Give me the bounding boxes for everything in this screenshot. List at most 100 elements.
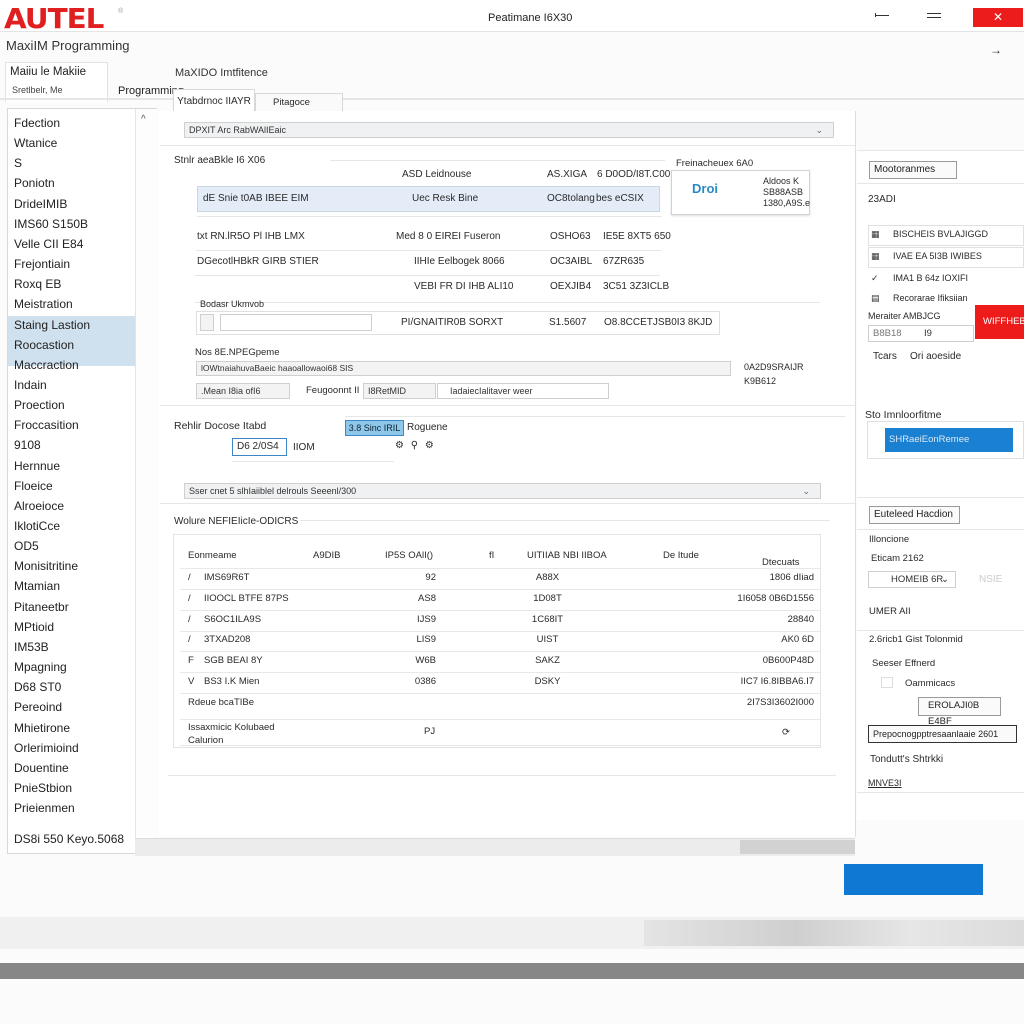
mootoranmes-button[interactable]: Mootoranmes	[869, 161, 957, 179]
forward-arrow-icon[interactable]: →	[990, 43, 1002, 57]
sidebar-item[interactable]: Hernnue	[14, 459, 60, 473]
column-header[interactable]: IP5S OAlI()	[385, 550, 433, 561]
sidebar-scrollbar[interactable]	[135, 109, 157, 844]
sidebar-item[interactable]: Alroeioce	[14, 499, 64, 513]
sub-action-button[interactable]: EROLAJI0B E4BF	[918, 697, 1001, 727]
minimize-button[interactable]	[873, 10, 893, 22]
summary-label: Rdeue bcaTIBe	[188, 696, 255, 708]
refresh-icon[interactable]: ⟳	[782, 727, 790, 738]
vehicle-cell-c2: Med 8 0 EIREI Fuseron	[396, 231, 501, 242]
selected-row-col2: Uec Resk Bine	[412, 193, 479, 204]
vehicle-cell-c4: 67ZR635	[603, 256, 645, 267]
mini-label: Meraiter AMBJCG	[868, 311, 941, 321]
field-input-2[interactable]: I8RetMID	[363, 383, 436, 399]
table-cell: AS8	[418, 592, 436, 604]
sidebar-item[interactable]: IM53B	[14, 640, 49, 654]
bottom-scroll-thumb[interactable]	[644, 920, 1024, 946]
device-chip[interactable]: 3.8 Sinc IRIL	[345, 420, 404, 436]
row-divider	[195, 302, 820, 303]
divider	[160, 145, 855, 146]
user-label: UMER AII	[869, 606, 911, 617]
header-divider	[0, 98, 1024, 100]
sidebar-item[interactable]: Fdection	[14, 116, 60, 130]
selected-option[interactable]: SHRaeiEonRemee	[885, 428, 1013, 452]
app-subtitle: MaxiIM Programming	[6, 38, 130, 53]
vehicle-cell-c3: OC3AIBL	[550, 256, 593, 267]
sidebar-item[interactable]: IklotiCce	[14, 519, 60, 533]
column-header[interactable]: A9DIB	[313, 550, 340, 561]
sidebar-item[interactable]: Roxq EB	[14, 277, 61, 291]
primary-action-button[interactable]	[844, 864, 983, 895]
sidebar-item[interactable]: Frejontiain	[14, 257, 70, 271]
sidebar-item[interactable]: Prieienmen	[14, 801, 75, 815]
sidebar-item[interactable]: Indain	[14, 378, 47, 392]
column-header[interactable]: Eonmeame	[188, 550, 237, 561]
sidebar-item[interactable]: Poniotn	[14, 176, 55, 190]
close-button[interactable]: ✕	[973, 8, 1023, 27]
vehicle-section-title: Stnlr aeaBkle I6 X06	[174, 155, 266, 166]
combo-select[interactable]: HOMEIB 6R ⌄	[868, 571, 956, 588]
maximize-button[interactable]	[924, 10, 944, 22]
sidebar-item[interactable]: DrideIMIB	[14, 197, 67, 211]
sidebar-item[interactable]: IMS60 S150B	[14, 217, 88, 231]
sidebar-item[interactable]: Mtamian	[14, 579, 60, 593]
sidebar-item[interactable]: Floeice	[14, 479, 53, 493]
text-input[interactable]	[220, 314, 372, 331]
subtab-active[interactable]: Ytabdrnoc IIAYR	[173, 89, 255, 111]
sidebar-item[interactable]: Roocastion	[14, 338, 74, 352]
field-input-1[interactable]: .Mean I8ia ofI6	[196, 383, 290, 399]
sidebar-item[interactable]: 9108	[14, 438, 41, 452]
table-cell: LIS9	[416, 634, 436, 646]
sidebar-item[interactable]: Mpagning	[14, 660, 67, 674]
sidebar-item[interactable]: Staing Lastion	[14, 318, 90, 332]
sidebar-item[interactable]: PnieStbion	[14, 781, 72, 795]
selected-row-col4: bes eCSIX	[596, 193, 644, 204]
path-input[interactable]: lOWtnaiahuvaBaeic haaoallowaoi68 SIS	[196, 361, 731, 376]
sidebar-item[interactable]: D68 ST0	[14, 680, 61, 694]
sidebar-item[interactable]: Velle CII E84	[14, 237, 83, 251]
sidebar-item[interactable]: Maccraction	[14, 358, 79, 372]
list-item-label: Recorarae Ifiksiian	[893, 293, 968, 303]
row-checkbox[interactable]	[200, 314, 214, 331]
subtab-pitagoce[interactable]: Pitagoce	[255, 93, 343, 111]
table-cell: UIST	[536, 634, 559, 646]
sidebar-item[interactable]: Orlerimioind	[14, 741, 79, 755]
sidebar-item[interactable]: MPtioid	[14, 620, 54, 634]
write-button[interactable]: WIFFHEB	[975, 305, 1024, 339]
mini-input-suffix: I9	[924, 328, 932, 339]
scroll-up-icon[interactable]: ^	[141, 114, 146, 125]
sidebar-item[interactable]: S	[14, 156, 22, 170]
sidebar-item[interactable]: Wtanice	[14, 136, 57, 150]
footer-tag[interactable]: MNVE3I	[868, 778, 902, 788]
unit-label: IIOM	[293, 442, 315, 453]
vehicle-cell-c2: IIHIe Eelbogek 8066	[414, 256, 505, 267]
sidebar-item[interactable]: Pitaneetbr	[14, 600, 69, 614]
mini-input[interactable]: B8B18 I9	[868, 325, 974, 342]
sidebar-item[interactable]: Froccasition	[14, 418, 79, 432]
table-cell-name: BS3 I.K Mien	[204, 676, 260, 687]
list-item-label: BISCHEIS BVLAJIGGD	[893, 229, 989, 239]
sidebar-item[interactable]: OD5	[14, 539, 39, 553]
vehicle-dropdown[interactable]: DPXIT Arc RabWAlIEaic ⌄	[184, 122, 834, 138]
row-marker: V	[188, 676, 195, 687]
horizontal-scroll-thumb[interactable]	[740, 840, 855, 854]
sidebar-item[interactable]: Douentine	[14, 761, 69, 775]
sidebar-item[interactable]: Monisitritine	[14, 559, 78, 573]
column-header[interactable]: Dtecuats	[762, 557, 800, 568]
column-header[interactable]: fI	[489, 550, 494, 561]
wide-action-button[interactable]: Prepocnogpptresaanlaaie 2601	[868, 725, 1017, 743]
sidebar-item[interactable]: Proection	[14, 398, 65, 412]
divider	[857, 183, 1024, 184]
euteleed-button[interactable]: Euteleed Hacdion	[869, 506, 960, 524]
field-input-3[interactable]: IadaiecIalitaver weer	[437, 383, 609, 399]
divider	[168, 775, 836, 776]
sidebar-item[interactable]: Mhietirone	[14, 721, 70, 735]
row-divider	[180, 568, 820, 569]
sidebar-item[interactable]: Pereoind	[14, 700, 62, 714]
column-header[interactable]: De Itude	[663, 550, 699, 561]
date-input[interactable]: D6 2/0S4	[232, 438, 287, 456]
status-dropdown[interactable]: Sser cnet 5 slhIaiiblel delrouls Seeenl/…	[184, 483, 821, 499]
column-header[interactable]: UITIIAB NBI IIBOA	[527, 550, 607, 561]
checkbox[interactable]	[881, 677, 893, 688]
sidebar-item[interactable]: Meistration	[14, 297, 73, 311]
